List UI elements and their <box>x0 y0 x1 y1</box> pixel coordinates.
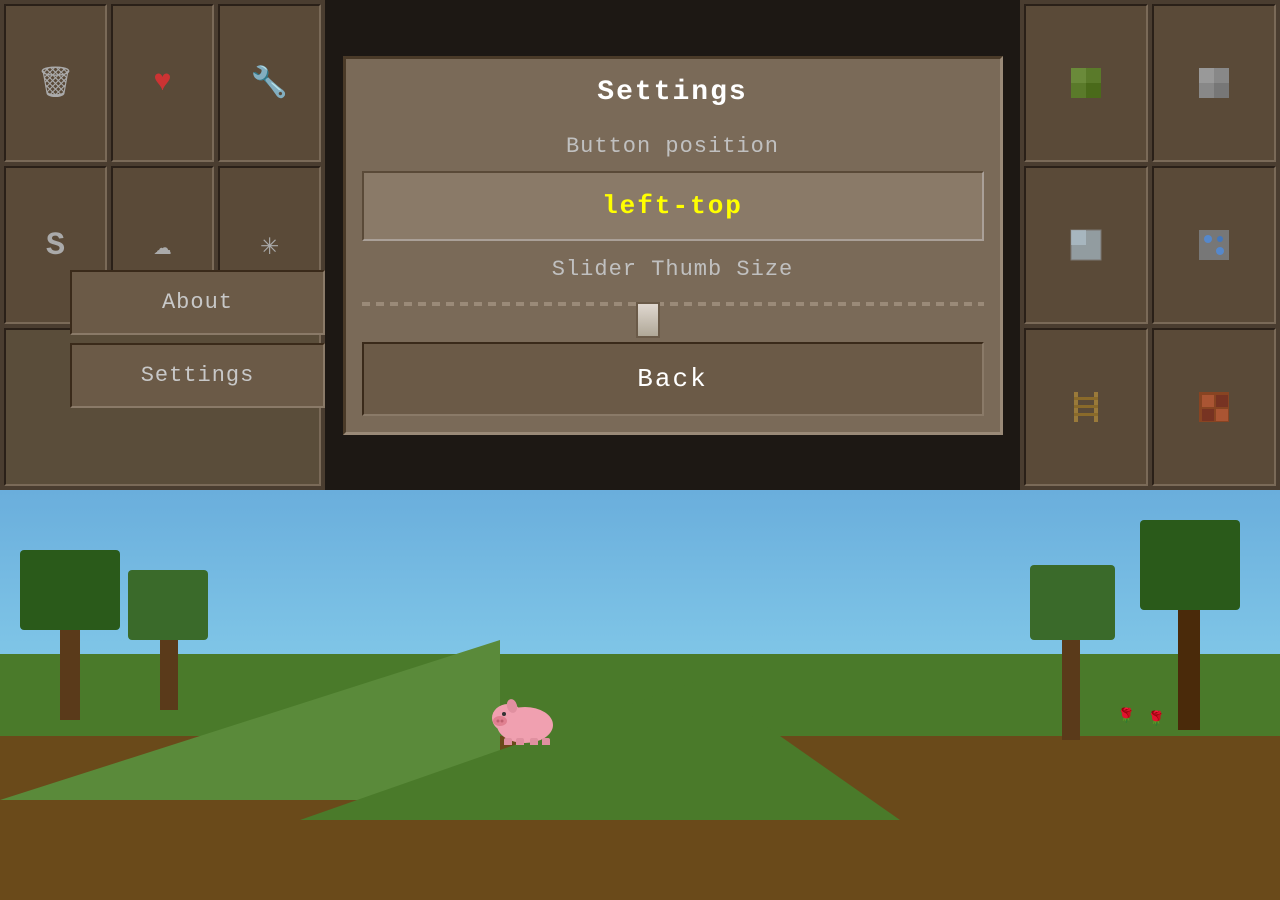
game-scene: 🌹 🌹 ♥ ♥ ♥ ♥ ♥ ♥ ♥ <box>0 490 1280 900</box>
back-button-label: Back <box>637 364 707 394</box>
trash-icon: 🗑 <box>32 59 80 107</box>
button-position-text: left-top <box>602 191 743 221</box>
right-inv-cell-6[interactable] <box>1152 328 1276 486</box>
right-inv-cell-3[interactable] <box>1024 166 1148 324</box>
inv-cell-3[interactable]: 🔧 <box>218 4 321 162</box>
slider-track[interactable] <box>362 294 984 314</box>
slider-thumb-size-label: Slider Thumb Size <box>362 257 984 282</box>
ore-block-icon <box>1190 221 1238 269</box>
tree-canopy-right-2 <box>1030 565 1115 640</box>
stone-block-icon <box>1190 59 1238 107</box>
redstone-block-icon <box>1190 383 1238 431</box>
modal-overlay: Settings Button position left-top Slider… <box>325 0 1020 490</box>
settings-modal: Settings Button position left-top Slider… <box>343 56 1003 435</box>
slider-line <box>362 302 984 306</box>
heart-icon: ♥ <box>139 59 187 107</box>
button-position-value[interactable]: left-top <box>362 171 984 241</box>
inv-cell-2[interactable]: ♥ <box>111 4 214 162</box>
right-inv-cell-2[interactable] <box>1152 4 1276 162</box>
tree-block-icon <box>1062 59 1110 107</box>
wrench-icon: 🔧 <box>246 59 294 107</box>
right-inv-cell-5[interactable] <box>1024 328 1148 486</box>
button-position-label: Button position <box>346 126 1000 167</box>
inv-cell-1[interactable]: 🗑 <box>4 4 107 162</box>
settings-button[interactable]: Settings <box>70 343 325 408</box>
left-menu: About Settings <box>70 270 325 416</box>
flower-1: 🌹 <box>1118 708 1135 725</box>
slider-section: Slider Thumb Size <box>346 245 1000 326</box>
pig <box>490 690 560 750</box>
modal-title: Settings <box>346 59 1000 126</box>
ladder-block-icon <box>1062 383 1110 431</box>
right-inv-cell-4[interactable] <box>1152 166 1276 324</box>
tree-canopy-right-1 <box>1140 520 1240 610</box>
top-inventory-area: 🗑 ♥ 🔧 S ☁ ✳ About Settings <box>0 0 1280 490</box>
sun-icon: ✳ <box>246 221 294 269</box>
left-inventory-grid: 🗑 ♥ 🔧 S ☁ ✳ <box>0 0 325 490</box>
glass-block-icon <box>1062 221 1110 269</box>
tree-canopy-2 <box>128 570 208 640</box>
cloud-icon: ☁ <box>139 221 187 269</box>
right-inv-cell-1[interactable] <box>1024 4 1148 162</box>
slider-thumb[interactable] <box>636 302 660 338</box>
flower-2: 🌹 <box>1148 711 1165 728</box>
about-button[interactable]: About <box>70 270 325 335</box>
tree-canopy-1 <box>20 550 120 630</box>
s-icon: S <box>32 221 80 269</box>
back-button[interactable]: Back <box>362 342 984 416</box>
right-inventory-grid <box>1020 0 1280 490</box>
